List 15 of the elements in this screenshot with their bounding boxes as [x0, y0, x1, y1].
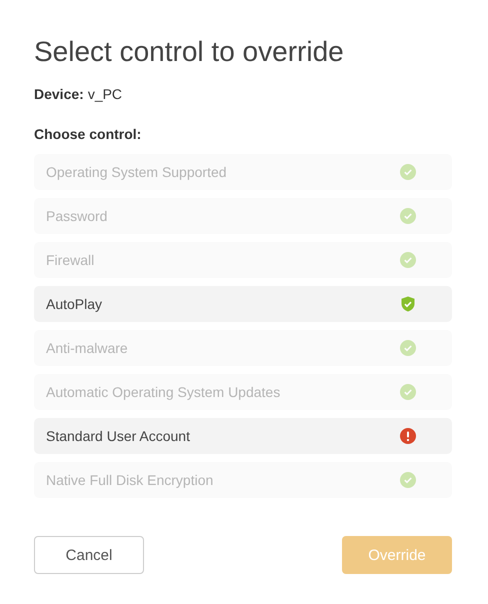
check-icon: [400, 472, 416, 488]
check-icon: [400, 252, 416, 268]
control-option[interactable]: AutoPlay: [34, 286, 452, 322]
check-icon: [400, 340, 416, 356]
dialog-title: Select control to override: [34, 35, 345, 69]
check-icon: [400, 384, 416, 400]
error-icon: [400, 428, 416, 444]
shield-check-icon: [400, 296, 416, 312]
device-name: v_PC: [88, 85, 122, 104]
choose-control-label: Choose control:: [34, 125, 142, 144]
check-icon: [400, 164, 416, 180]
device-label: Device:: [34, 85, 84, 104]
cancel-button[interactable]: Cancel: [34, 536, 144, 574]
control-option[interactable]: Standard User Account: [34, 418, 452, 454]
check-icon: [400, 208, 416, 224]
